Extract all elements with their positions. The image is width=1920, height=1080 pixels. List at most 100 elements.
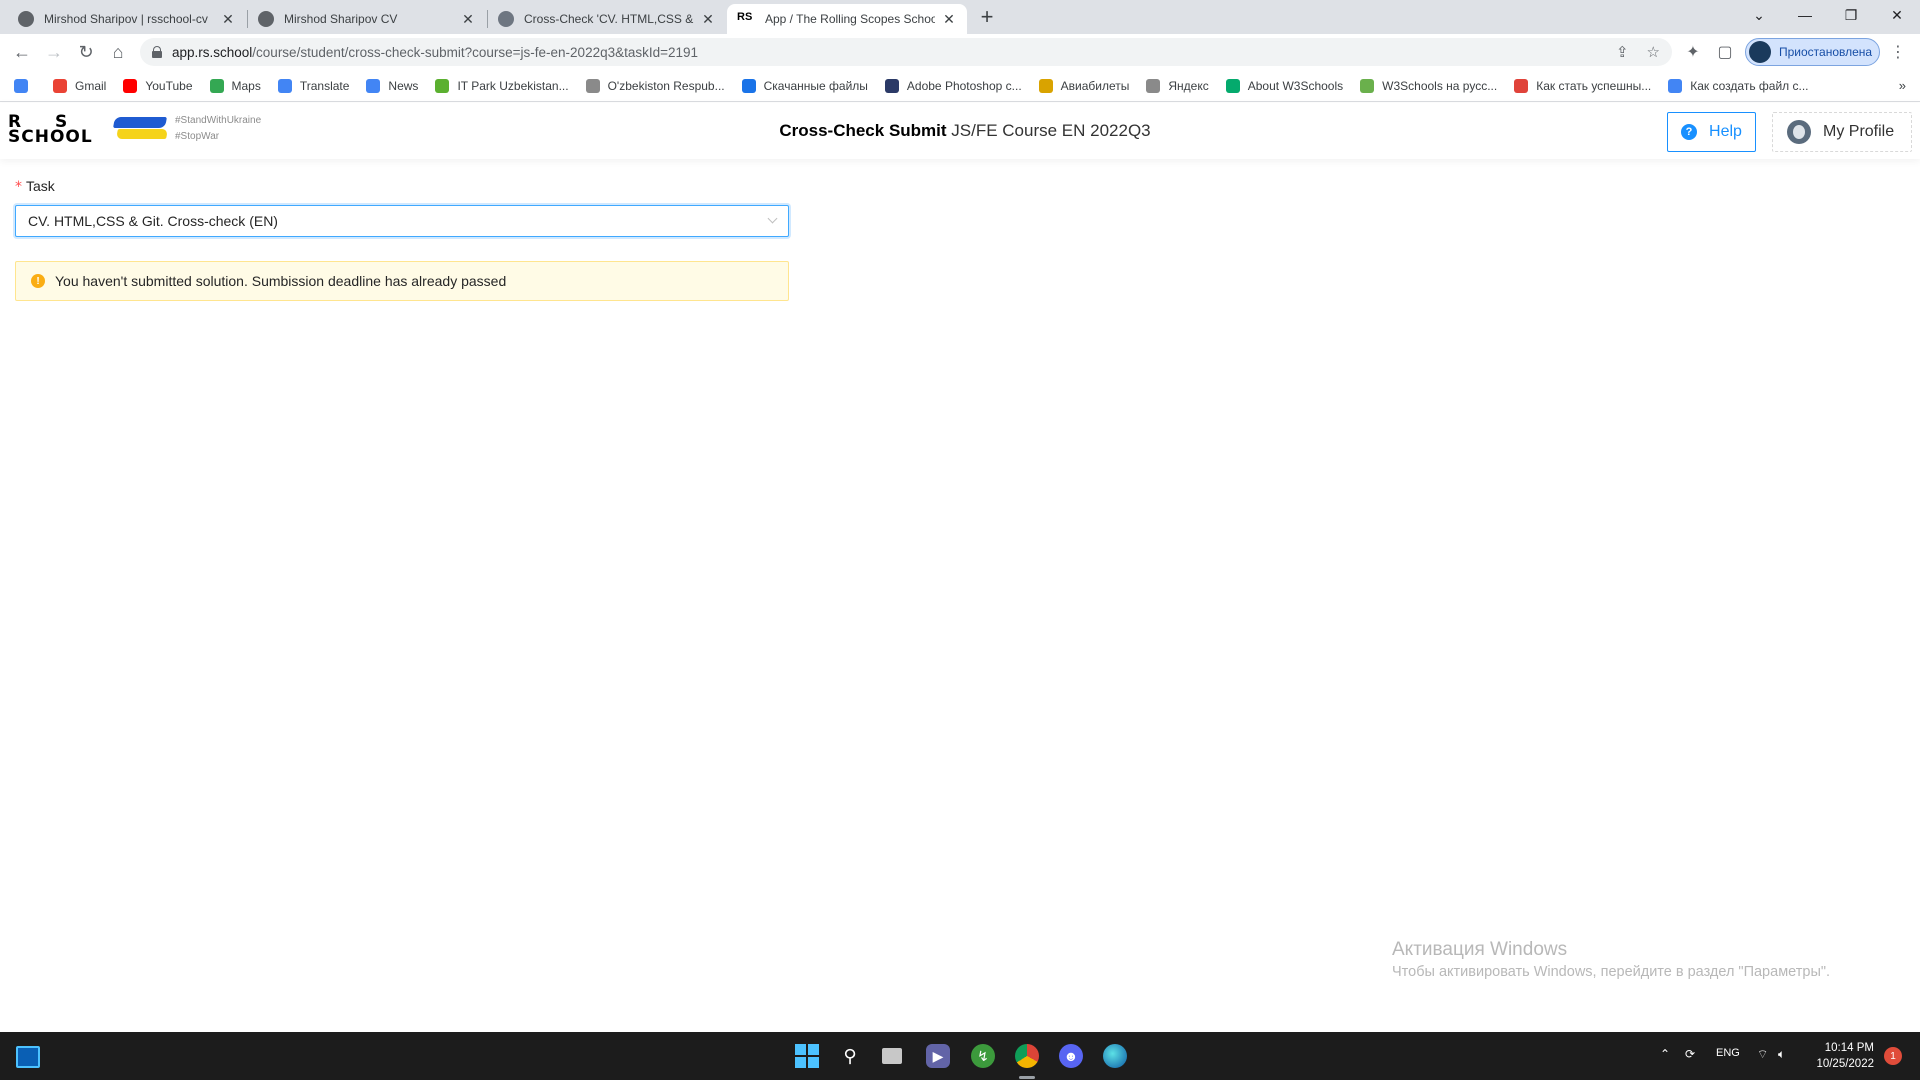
url-host: app.rs.school (172, 44, 253, 60)
w3schools-ru-icon (1360, 78, 1375, 93)
browser-toolbar: ← → ↻ ⌂ app.rs.school/course/student/cro… (0, 34, 1920, 70)
news-icon (366, 78, 381, 93)
sync-icon[interactable]: ⟳ (1685, 1047, 1695, 1061)
side-panel-icon[interactable]: ▢ (1715, 42, 1735, 62)
chevron-down-icon (768, 215, 778, 225)
bookmark-item[interactable]: Скачанные файлы (741, 78, 868, 93)
share-icon[interactable]: ⇪ (1616, 43, 1629, 61)
volume-icon[interactable]: 🔈︎ (1778, 1047, 1785, 1062)
google-icon (1668, 78, 1683, 93)
warning-icon: ! (31, 274, 45, 288)
translate-icon (277, 78, 292, 93)
avatar (1749, 41, 1771, 63)
youtube-icon (123, 78, 138, 93)
activation-watermark-subtitle: Чтобы активировать Windows, перейдите в … (1392, 964, 1831, 980)
globe-icon (258, 11, 274, 27)
required-marker: * (15, 179, 22, 195)
bookmark-item[interactable]: About W3Schools (1225, 78, 1343, 93)
maps-icon (209, 78, 224, 93)
chevron-up-icon[interactable]: ⌃ (1660, 1047, 1670, 1061)
tab-rs-app[interactable]: RS App / The Rolling Scopes School ✕ (727, 4, 967, 34)
bookmark-item[interactable]: Maps (209, 78, 261, 93)
profile-chip[interactable]: Приостановлена (1745, 38, 1880, 66)
close-icon[interactable]: ✕ (941, 11, 957, 28)
bookmark-item[interactable]: IT Park Uzbekistan... (435, 78, 569, 93)
github-icon (498, 11, 514, 27)
activation-watermark-title: Активация Windows (1392, 939, 1568, 960)
globe-icon (1146, 78, 1161, 93)
search-icon[interactable]: ⚲ (838, 1044, 862, 1068)
close-icon[interactable]: ✕ (220, 11, 236, 28)
discord-icon[interactable]: ☻ (1059, 1044, 1083, 1068)
edge-icon[interactable] (1103, 1044, 1127, 1068)
tab-strip: Mirshod Sharipov | rsschool-cv ✕ Mirshod… (0, 0, 1920, 34)
bookmark-item[interactable]: Яндекс (1146, 78, 1209, 93)
chat-icon[interactable]: ▶ (926, 1044, 950, 1068)
clock[interactable]: 10:14 PM 10/25/2022 (1810, 1040, 1874, 1072)
home-icon[interactable]: ⌂ (106, 40, 130, 64)
star-icon[interactable]: ☆ (1647, 43, 1660, 61)
question-icon: ? (1681, 124, 1698, 140)
tab-cross-check[interactable]: Cross-Check 'CV. HTML,CSS & Gi ✕ (488, 4, 726, 34)
close-window-button[interactable]: ✕ (1874, 0, 1920, 30)
close-icon[interactable]: ✕ (460, 11, 476, 28)
extensions-icon[interactable]: ✦ (1683, 42, 1703, 62)
url-path: /course/student/cross-check-submit?cours… (252, 44, 699, 60)
app-icon[interactable]: ↯ (971, 1044, 995, 1068)
tab-cv[interactable]: Mirshod Sharipov CV ✕ (248, 4, 486, 34)
bookmarks-bar: Gmail YouTube Maps Translate News IT Park Uzb… (0, 70, 1920, 102)
running-indicator (1019, 1076, 1035, 1079)
globe-icon (585, 78, 600, 93)
bookmark-item[interactable]: Как создать файл с... (1668, 78, 1809, 93)
bookmark-item[interactable]: Как стать успешны... (1514, 78, 1651, 93)
forward-icon[interactable]: → (42, 40, 66, 64)
warning-alert: ! You haven't submitted solution. Sumbis… (15, 261, 789, 301)
start-icon[interactable] (795, 1044, 819, 1068)
app-header: R S SCHOOL #StandWithUkraine #StopWar Cr… (0, 103, 1920, 159)
target-icon (1514, 78, 1529, 93)
back-icon[interactable]: ← (10, 40, 34, 64)
bookmark-item[interactable]: Авиабилеты (1038, 78, 1129, 93)
w3schools-icon (1225, 78, 1240, 93)
task-label: * Task (15, 178, 55, 195)
bookmark-item[interactable]: Gmail (53, 78, 106, 93)
bookmark-item[interactable]: W3Schools на русс... (1360, 78, 1497, 93)
avatar (1787, 120, 1811, 144)
help-button[interactable]: ? Help (1667, 112, 1756, 152)
restore-button[interactable]: ❐ (1828, 0, 1874, 30)
page-title: Cross-Check Submit JS/FE Course EN 2022Q… (779, 121, 1151, 140)
bookmark-item[interactable]: Adobe Photoshop c... (884, 78, 1022, 93)
photoshop-icon (884, 78, 899, 93)
bookmark-item[interactable]: Translate (277, 78, 349, 93)
taskbar: ⚲ ▶ ↯ ☻ ⌃ ⟳ ENG ⌔ 🔈︎ 10:14 PM 10/25/2022… (0, 1032, 1920, 1080)
language-indicator[interactable]: ENG (1716, 1047, 1740, 1059)
reload-icon[interactable]: ↻ (74, 40, 98, 64)
chrome-icon[interactable] (1015, 1044, 1039, 1068)
menu-icon[interactable]: ⋮ (1890, 42, 1906, 62)
address-bar[interactable]: app.rs.school/course/student/cross-check… (140, 38, 1672, 66)
tab-search-icon[interactable]: ⌄ (1736, 0, 1782, 30)
plane-icon (1038, 78, 1053, 93)
google-icon (14, 78, 28, 93)
more-bookmarks-icon[interactable]: » (1899, 78, 1906, 93)
itpark-icon (435, 78, 450, 93)
minimize-button[interactable]: — (1782, 0, 1828, 30)
gmail-icon (53, 78, 67, 93)
bookmark-item[interactable]: O'zbekiston Respub... (585, 78, 725, 93)
tab-rsschool-cv[interactable]: Mirshod Sharipov | rsschool-cv ✕ (8, 4, 246, 34)
download-icon (741, 78, 756, 93)
lock-icon[interactable] (152, 46, 162, 58)
globe-icon (18, 11, 34, 27)
new-tab-button[interactable]: + (975, 6, 999, 30)
bookmark-item[interactable] (14, 78, 36, 93)
bookmark-item[interactable]: YouTube (123, 78, 193, 93)
task-view-icon[interactable] (882, 1048, 902, 1064)
rs-logo-icon: RS (737, 11, 753, 23)
wifi-icon[interactable]: ⌔ (1757, 1047, 1768, 1062)
my-profile-button[interactable]: My Profile (1772, 112, 1912, 152)
task-select[interactable]: CV. HTML,CSS & Git. Cross-check (EN) (15, 205, 789, 237)
bookmark-item[interactable]: News (366, 78, 418, 93)
close-icon[interactable]: ✕ (700, 11, 716, 28)
notification-badge[interactable]: 1 (1884, 1047, 1902, 1065)
widgets-icon[interactable] (16, 1046, 40, 1068)
